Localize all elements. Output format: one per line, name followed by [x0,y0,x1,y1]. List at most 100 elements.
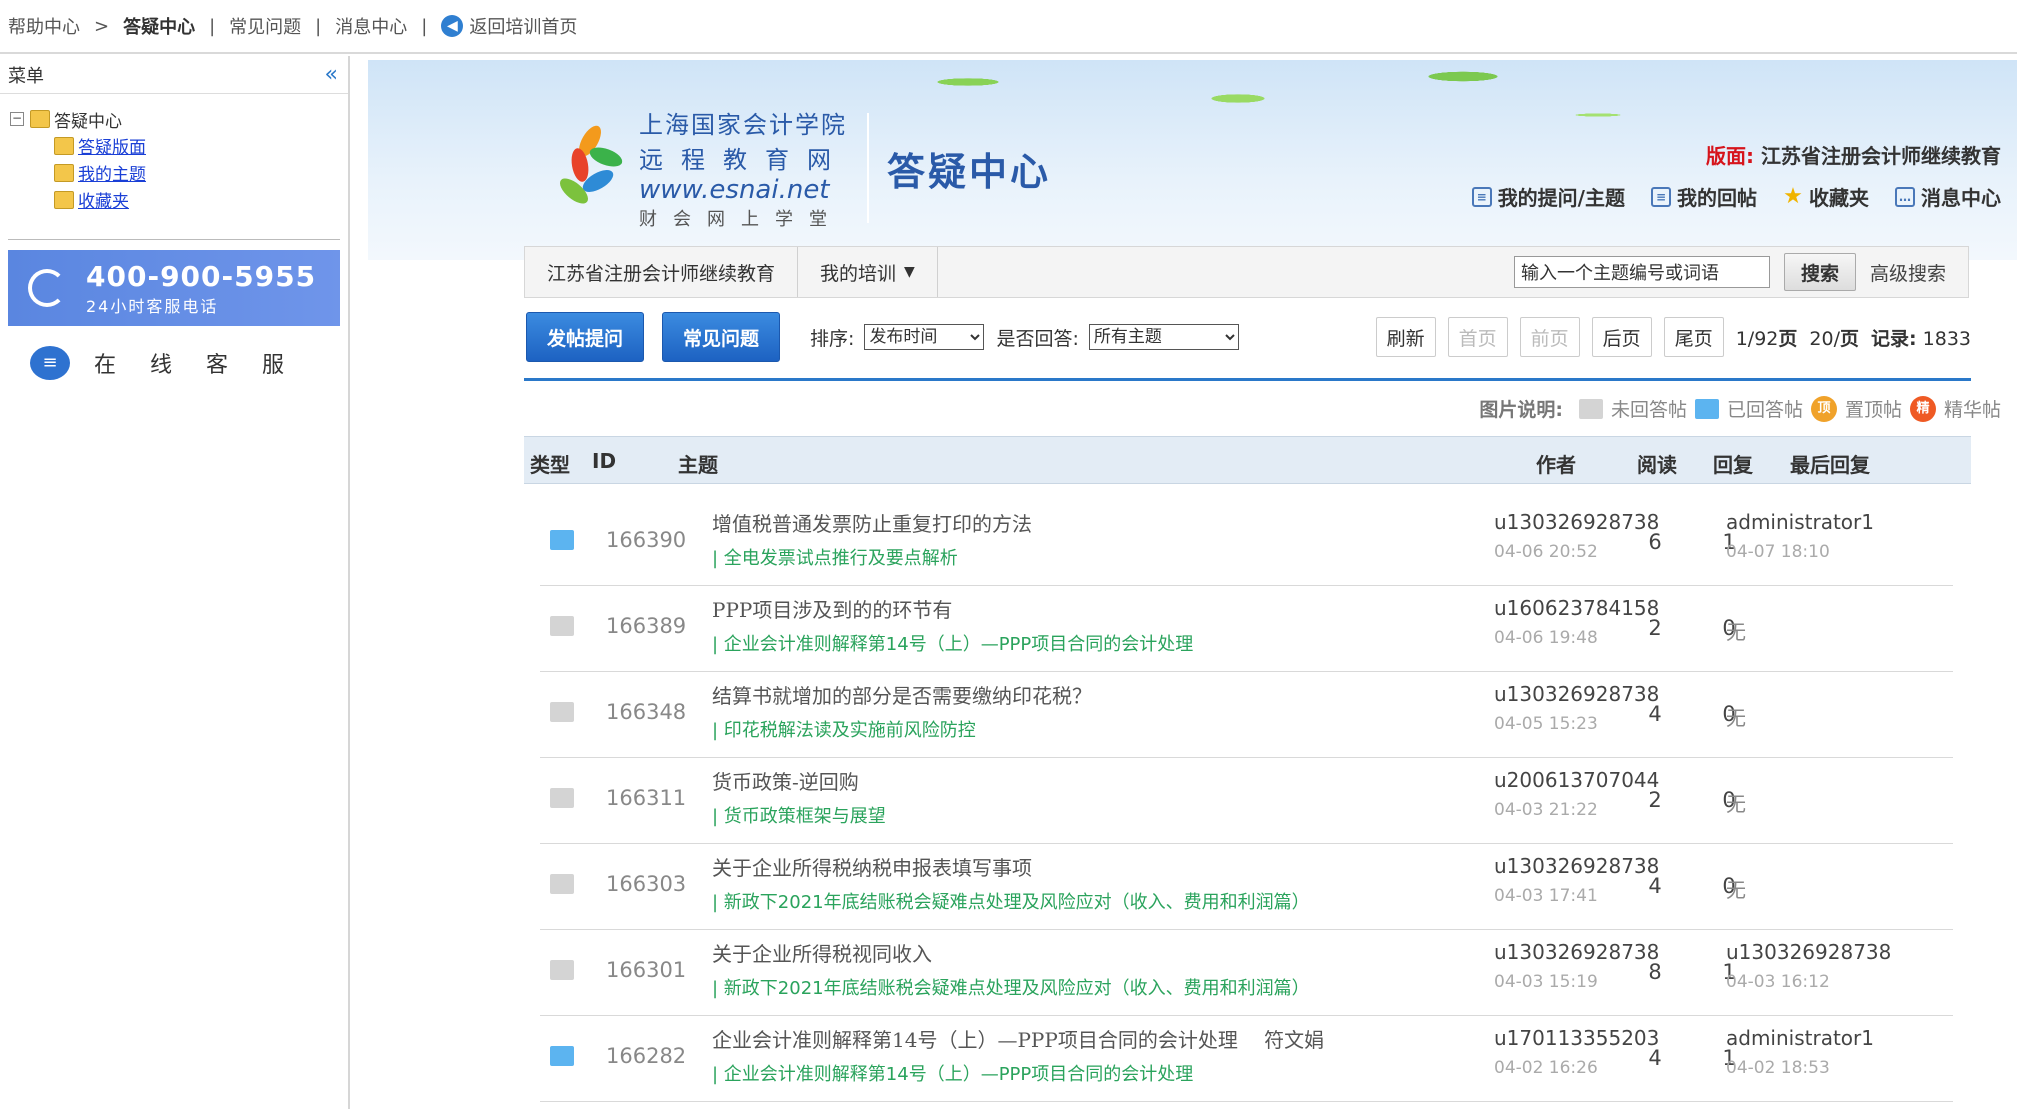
logo-line2: 远程教育网 [639,146,849,174]
search-input[interactable] [1513,256,1770,288]
topic-id: 166282 [606,1044,687,1068]
no-reply: 无 [1726,620,1746,644]
legend-featured: 精华帖 [1943,399,2001,421]
message-icon: … [1895,186,1915,207]
site-logo[interactable]: 上海国家会计学院 远程教育网 www.esnai.net 财会网上学堂 答疑中心 [543,105,1051,231]
table-row[interactable]: 166303 关于企业所得税纳税申报表填写事项 | 新政下2021年底结账税会疑难点… [540,844,1953,930]
toolbar-divider [524,378,1971,381]
page-indicator: 1/92页 [1736,324,1798,351]
tree-item-my-topics[interactable]: 我的主题 [10,159,338,186]
course-link[interactable]: | 全电发票试点推行及要点解析 [712,544,958,570]
online-service-button[interactable]: ≡ 在线客服 [30,346,348,380]
qa-center-current: 答疑中心 [123,17,196,38]
topic-subject-link[interactable]: 货币政策-逆回购 [712,766,859,795]
first-page-button[interactable]: 首页 [1447,317,1508,357]
tree-item-label[interactable]: 收藏夹 [78,187,129,212]
course-link[interactable]: | 新政下2021年底结账税会疑难点处理及风险应对（收入、费用和利润篇） [712,974,1310,1000]
messages-center-label: 消息中心 [1921,186,2001,210]
help-center-link[interactable]: 帮助中心 [8,13,80,39]
my-questions-link[interactable]: ≡ 我的提问/主题 [1471,182,1625,211]
star-icon: ★ [1783,183,1803,209]
table-row[interactable]: 166348 结算书就增加的部分是否需要缴纳印花税？ | 印花税解法读及实施前风险防… [540,672,1953,758]
topic-subject-link[interactable]: PPP项目涉及到的的环节有 [712,594,952,623]
folder-icon [30,110,50,128]
last-reply-user: u130326928738 [1726,940,1892,964]
tree-root[interactable]: − 答疑中心 [10,106,338,132]
messages-link[interactable]: 消息中心 [335,13,407,39]
post-time: 04-06 19:48 [1494,628,1598,648]
last-page-button[interactable]: 尾页 [1663,317,1724,357]
favorites-link[interactable]: ★ 收藏夹 [1783,182,1869,211]
topic-subject-link[interactable]: 结算书就增加的部分是否需要缴纳印花税？ [712,680,1092,709]
my-training-dropdown[interactable]: 我的培训 ▼ [798,247,938,297]
no-reply: 无 [1726,878,1746,902]
list-toolbar: 发帖提问 常见问题 排序: 发布时间 是否回答: 所有主题 刷新 首页 前页 后… [526,311,1971,363]
col-last-reply: 最后回复 [1790,453,1870,477]
answered-select[interactable]: 所有主题 [1088,324,1239,350]
advanced-search-link[interactable]: 高级搜索 [1870,259,1946,286]
logo-divider [867,113,869,223]
header-banner: 上海国家会计学院 远程教育网 www.esnai.net 财会网上学堂 答疑中心… [368,60,2017,260]
last-reply-time: 04-02 18:53 [1726,1058,1830,1078]
records-value: 1833 [1922,327,1971,350]
divider: | [315,15,322,37]
course-link[interactable]: | 新政下2021年底结账税会疑难点处理及风险应对（收入、费用和利润篇） [712,888,1310,914]
search-button[interactable]: 搜索 [1783,253,1856,291]
read-count: 2 [1648,616,1662,640]
next-page-button[interactable]: 后页 [1591,317,1652,357]
refresh-button[interactable]: 刷新 [1375,317,1436,357]
unanswered-folder-icon [550,788,574,808]
menu-tree: − 答疑中心 答疑版面 我的主题 收藏夹 [0,94,348,225]
tree-item-qa-board[interactable]: 答疑版面 [10,132,338,159]
read-count: 4 [1648,1046,1662,1070]
back-arrow-icon[interactable]: ◀ [441,15,464,37]
course-link[interactable]: | 货币政策框架与展望 [712,802,886,828]
post-question-button[interactable]: 发帖提问 [526,312,645,362]
collapse-icon[interactable]: « [325,62,338,87]
topic-subject-link[interactable]: 企业会计准则解释第14号（上）—PPP项目合同的会计处理 符文娟 [712,1024,1324,1053]
logo-flower-icon [543,113,633,223]
post-time: 04-03 21:22 [1494,800,1598,820]
board-crumb[interactable]: 江苏省注册会计师继续教育 [525,247,799,297]
page-size-value: 20/ [1809,327,1840,350]
folder-icon [54,163,74,182]
topic-id: 166303 [606,872,687,896]
table-row[interactable]: 166282 企业会计准则解释第14号（上）—PPP项目合同的会计处理 符文娟 | … [540,1016,1953,1102]
collapse-node-icon[interactable]: − [10,112,24,126]
course-link[interactable]: | 印花税解法读及实施前风险防控 [712,716,976,742]
menu-header: 菜单 « [0,56,348,94]
unanswered-folder-icon [550,616,574,636]
col-subject: 主题 [678,453,718,477]
tree-item-label[interactable]: 答疑版面 [78,133,146,158]
topic-subject-link[interactable]: 关于企业所得税纳税申报表填写事项 [712,852,1032,881]
back-home-link[interactable]: 返回培训首页 [469,13,577,39]
table-row[interactable]: 166301 关于企业所得税视同收入 | 新政下2021年底结账税会疑难点处理及风险… [540,930,1953,1016]
last-reply-time: 04-07 18:10 [1726,542,1830,562]
faq-link[interactable]: 常见问题 [229,13,301,39]
no-reply: 无 [1726,706,1746,730]
hotline-subtitle: 24小时客服电话 [86,296,219,316]
tree-item-favorites[interactable]: 收藏夹 [10,186,338,213]
my-replies-link[interactable]: ≡ 我的回帖 [1651,182,1757,211]
table-row[interactable]: 166311 货币政策-逆回购 | 货币政策框架与展望 u200613707044 04… [540,758,1953,844]
folder-icon [54,136,74,155]
answered-folder-icon [1694,398,1719,419]
topic-subject-link[interactable]: 关于企业所得税视同收入 [712,938,932,967]
tree-item-label[interactable]: 我的主题 [78,160,146,185]
breadcrumb-arrow: > [94,15,110,37]
hotline-banner[interactable]: 400-900-5955 24小时客服电话 [8,250,340,326]
sort-label: 排序: [810,327,855,350]
pager: 刷新 首页 前页 后页 尾页 1/92页 20/页 记录: 1833 [1375,317,1971,357]
last-reply-user: administrator1 [1726,1026,1874,1050]
table-row[interactable]: 166390 增值税普通发票防止重复打印的方法 | 全电发票试点推行及要点解析 u13… [540,500,1953,586]
prev-page-button[interactable]: 前页 [1519,317,1580,357]
course-link[interactable]: | 企业会计准则解释第14号（上）—PPP项目合同的会计处理 [712,630,1193,656]
author-name: u200613707044 [1494,768,1660,792]
topic-subject-link[interactable]: 增值税普通发票防止重复打印的方法 [712,508,1032,537]
table-row[interactable]: 166389 PPP项目涉及到的的环节有 | 企业会计准则解释第14号（上）—PPP… [540,586,1953,672]
messages-center-link[interactable]: … 消息中心 [1895,182,2001,211]
course-link[interactable]: | 企业会计准则解释第14号（上）—PPP项目合同的会计处理 [712,1060,1193,1086]
sort-select[interactable]: 发布时间 [864,324,985,350]
menu-title: 菜单 [8,65,44,87]
faq-button[interactable]: 常见问题 [662,312,781,362]
